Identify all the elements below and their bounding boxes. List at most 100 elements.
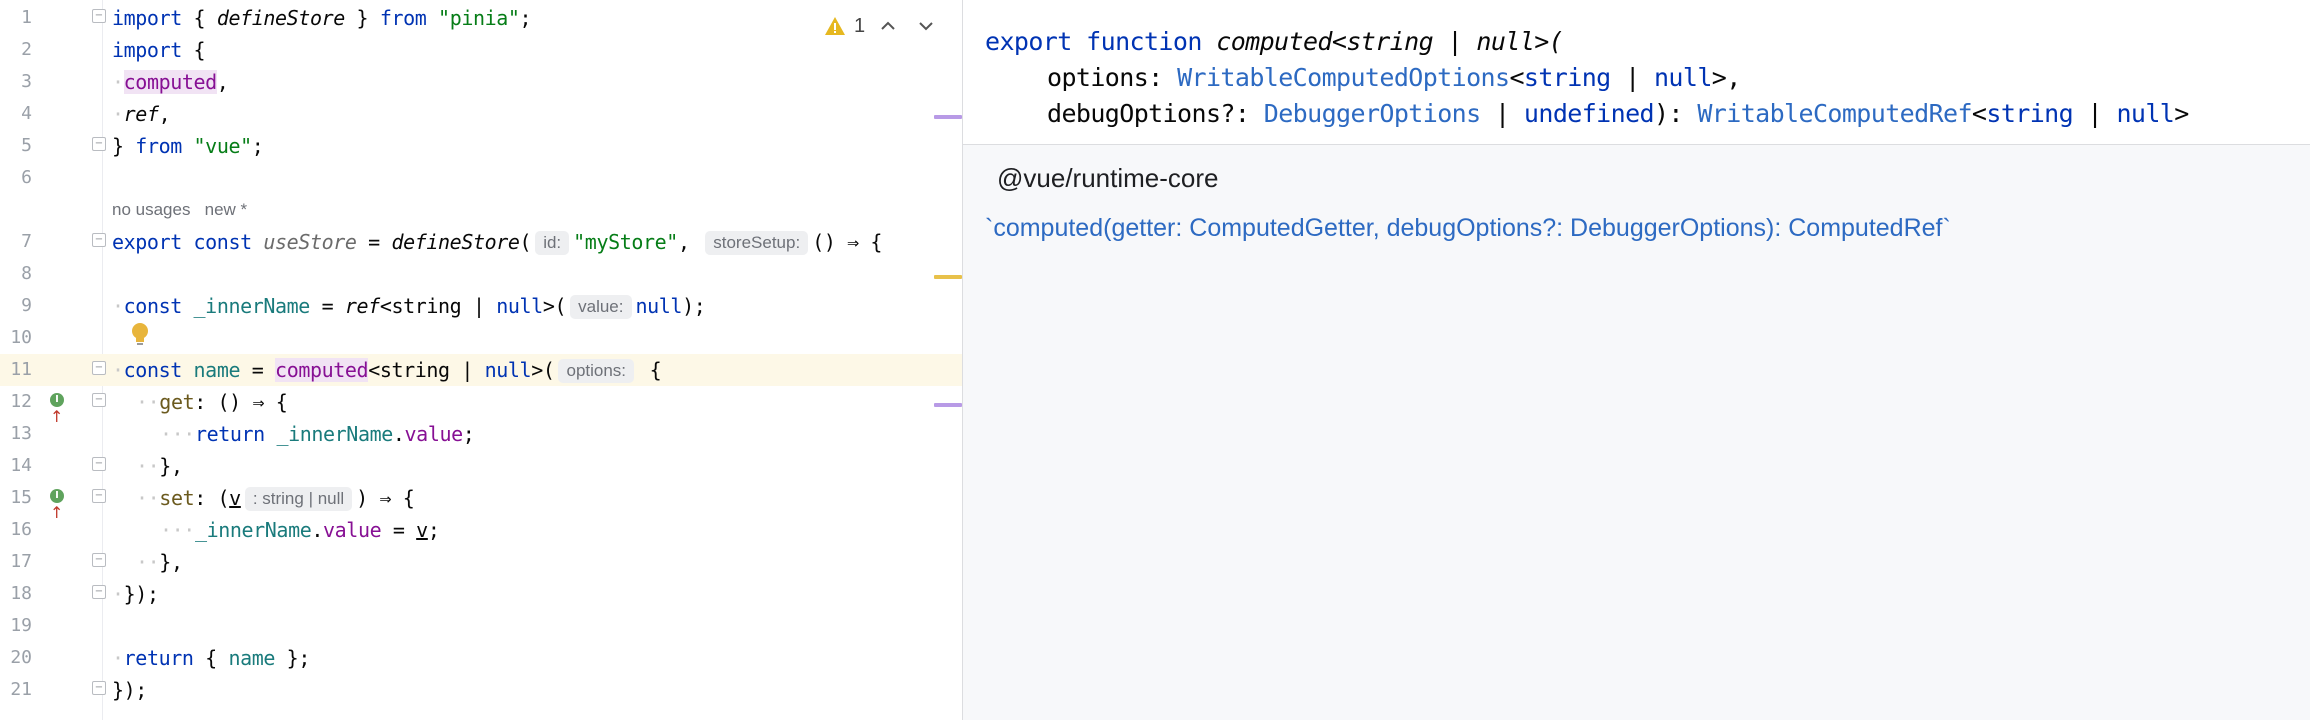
- inspection-widget[interactable]: 1: [824, 12, 941, 40]
- doc-module-name: @vue/runtime-core: [997, 163, 1219, 193]
- line-number: 1: [21, 7, 32, 28]
- doc-signature: export function computed<string | null>(…: [963, 0, 2310, 145]
- implements-marker[interactable]: I↑: [50, 392, 74, 426]
- code-line-11-current[interactable]: 11 ·const name = computed<string | null>…: [0, 354, 962, 386]
- code-line-16[interactable]: 16 ···_innerName.value = v;: [0, 514, 962, 546]
- scrollbar-marker[interactable]: [934, 275, 962, 279]
- code-text[interactable]: ··},: [136, 450, 183, 482]
- code-line-4[interactable]: 4 ·ref,: [0, 98, 962, 130]
- code-text[interactable]: ··get: () ⇒ {: [136, 386, 288, 418]
- fold-toggle[interactable]: −: [92, 137, 106, 151]
- code-text[interactable]: ···return _innerName.value;: [160, 418, 475, 450]
- code-line-20[interactable]: 20 ·return { name };: [0, 642, 962, 674]
- line-number: 21: [10, 679, 32, 700]
- line-number: 5: [21, 135, 32, 156]
- code-line-13[interactable]: 13 ···return _innerName.value;: [0, 418, 962, 450]
- code-line-21[interactable]: 21 });: [0, 674, 962, 706]
- previous-highlight-button[interactable]: [873, 12, 903, 40]
- code-text[interactable]: ··},: [136, 546, 183, 578]
- code-line-9[interactable]: 9 ·const _innerName = ref<string | null>…: [0, 290, 962, 322]
- code-line-19[interactable]: 19: [0, 610, 962, 642]
- code-line-1[interactable]: 1 import { defineStore } from "pinia";: [0, 2, 962, 34]
- code-text[interactable]: ··set: (v: string | null) ⇒ {: [136, 482, 415, 514]
- signature-line-1: export function computed<string | null>(: [985, 27, 1564, 56]
- chevron-down-icon: [919, 22, 933, 31]
- code-text[interactable]: } from "vue";: [112, 130, 264, 162]
- implements-marker[interactable]: I↑: [50, 488, 74, 522]
- param-hint-options: options:: [558, 359, 635, 383]
- line-number: 16: [10, 519, 32, 540]
- fold-toggle[interactable]: −: [92, 489, 106, 503]
- doc-overload-link[interactable]: `computed(getter: ComputedGetter, debugO…: [985, 210, 1951, 246]
- line-number: 14: [10, 455, 32, 476]
- code-text[interactable]: import { defineStore } from "pinia";: [112, 2, 532, 34]
- code-line-14[interactable]: 14 ··},: [0, 450, 962, 482]
- line-number: 20: [10, 647, 32, 668]
- line-number: 12: [10, 391, 32, 412]
- warning-count[interactable]: 1: [854, 15, 865, 38]
- code-text[interactable]: ·computed,: [112, 66, 229, 98]
- signature-line-2: options: WritableComputedOptions<string …: [1047, 63, 1741, 92]
- line-number: 11: [10, 359, 32, 380]
- param-hint-storesetup: storeSetup:: [705, 231, 809, 255]
- fold-toggle[interactable]: −: [92, 585, 106, 599]
- code-line-15[interactable]: 15 ··set: (v: string | null) ⇒ {: [0, 482, 962, 514]
- line-number: 3: [21, 71, 32, 92]
- code-line-3[interactable]: 3 ·computed,: [0, 66, 962, 98]
- lightbulb-icon[interactable]: [130, 322, 150, 348]
- code-editor[interactable]: 1 import { defineStore } from "pinia"; −…: [0, 0, 962, 720]
- code-line-17[interactable]: 17 ··},: [0, 546, 962, 578]
- code-text[interactable]: ·});: [112, 578, 159, 610]
- code-line-2[interactable]: 2 import {: [0, 34, 962, 66]
- type-link[interactable]: WritableComputedOptions: [1177, 63, 1510, 92]
- implements-icon: I: [50, 488, 64, 503]
- code-line-12[interactable]: 12 ··get: () ⇒ {: [0, 386, 962, 418]
- code-line-18[interactable]: 18 ·});: [0, 578, 962, 610]
- line-number: 2: [21, 39, 32, 60]
- line-number: 10: [10, 327, 32, 348]
- line-number: 18: [10, 583, 32, 604]
- type-link[interactable]: WritableComputedRef: [1697, 99, 1972, 128]
- scrollbar-marker[interactable]: [934, 403, 962, 407]
- code-text[interactable]: export const useStore = defineStore(id: "…: [112, 226, 882, 258]
- code-text[interactable]: ·const _innerName = ref<string | null>(v…: [112, 290, 706, 322]
- line-number: 6: [21, 167, 32, 188]
- code-text[interactable]: import {: [112, 34, 206, 66]
- line-number: 8: [21, 263, 32, 284]
- type-link[interactable]: DebuggerOptions: [1264, 99, 1481, 128]
- warning-icon[interactable]: [824, 16, 846, 36]
- param-hint-id: id:: [535, 231, 570, 255]
- code-line-6[interactable]: 6: [0, 162, 962, 194]
- fold-toggle[interactable]: −: [92, 361, 106, 375]
- code-text[interactable]: ·const name = computed<string | null>(op…: [112, 354, 662, 386]
- fold-toggle[interactable]: −: [92, 393, 106, 407]
- param-hint-value: value:: [570, 295, 632, 319]
- code-text[interactable]: ···_innerName.value = v;: [160, 514, 440, 546]
- line-number: 17: [10, 551, 32, 572]
- code-line-8[interactable]: 8: [0, 258, 962, 290]
- fold-toggle[interactable]: −: [92, 9, 106, 23]
- code-line-7[interactable]: 7 export const useStore = defineStore(id…: [0, 226, 962, 258]
- fold-toggle[interactable]: −: [92, 553, 106, 567]
- chevron-up-icon: [881, 21, 895, 30]
- code-text[interactable]: });: [112, 674, 147, 706]
- line-number: 9: [21, 295, 32, 316]
- line-number: 7: [21, 231, 32, 252]
- line-number: 13: [10, 423, 32, 444]
- code-text[interactable]: ·return { name };: [112, 642, 310, 674]
- fold-toggle[interactable]: −: [92, 233, 106, 247]
- fold-toggle[interactable]: −: [92, 457, 106, 471]
- scrollbar-marker[interactable]: [934, 115, 962, 119]
- line-number: 4: [21, 103, 32, 124]
- code-text[interactable]: ·ref,: [112, 98, 171, 130]
- implements-icon: I: [50, 392, 64, 407]
- line-number: 15: [10, 487, 32, 508]
- code-line-5[interactable]: 5 } from "vue";: [0, 130, 962, 162]
- next-highlight-button[interactable]: [911, 12, 941, 40]
- line-number: 19: [10, 615, 32, 636]
- usages-inlay-hint[interactable]: no usages new *: [112, 198, 247, 222]
- quick-documentation-popup[interactable]: export function computed<string | null>(…: [962, 0, 2310, 720]
- fold-toggle[interactable]: −: [92, 681, 106, 695]
- type-hint: : string | null: [244, 487, 353, 511]
- signature-line-3: debugOptions?: DebuggerOptions | undefin…: [1047, 99, 2189, 128]
